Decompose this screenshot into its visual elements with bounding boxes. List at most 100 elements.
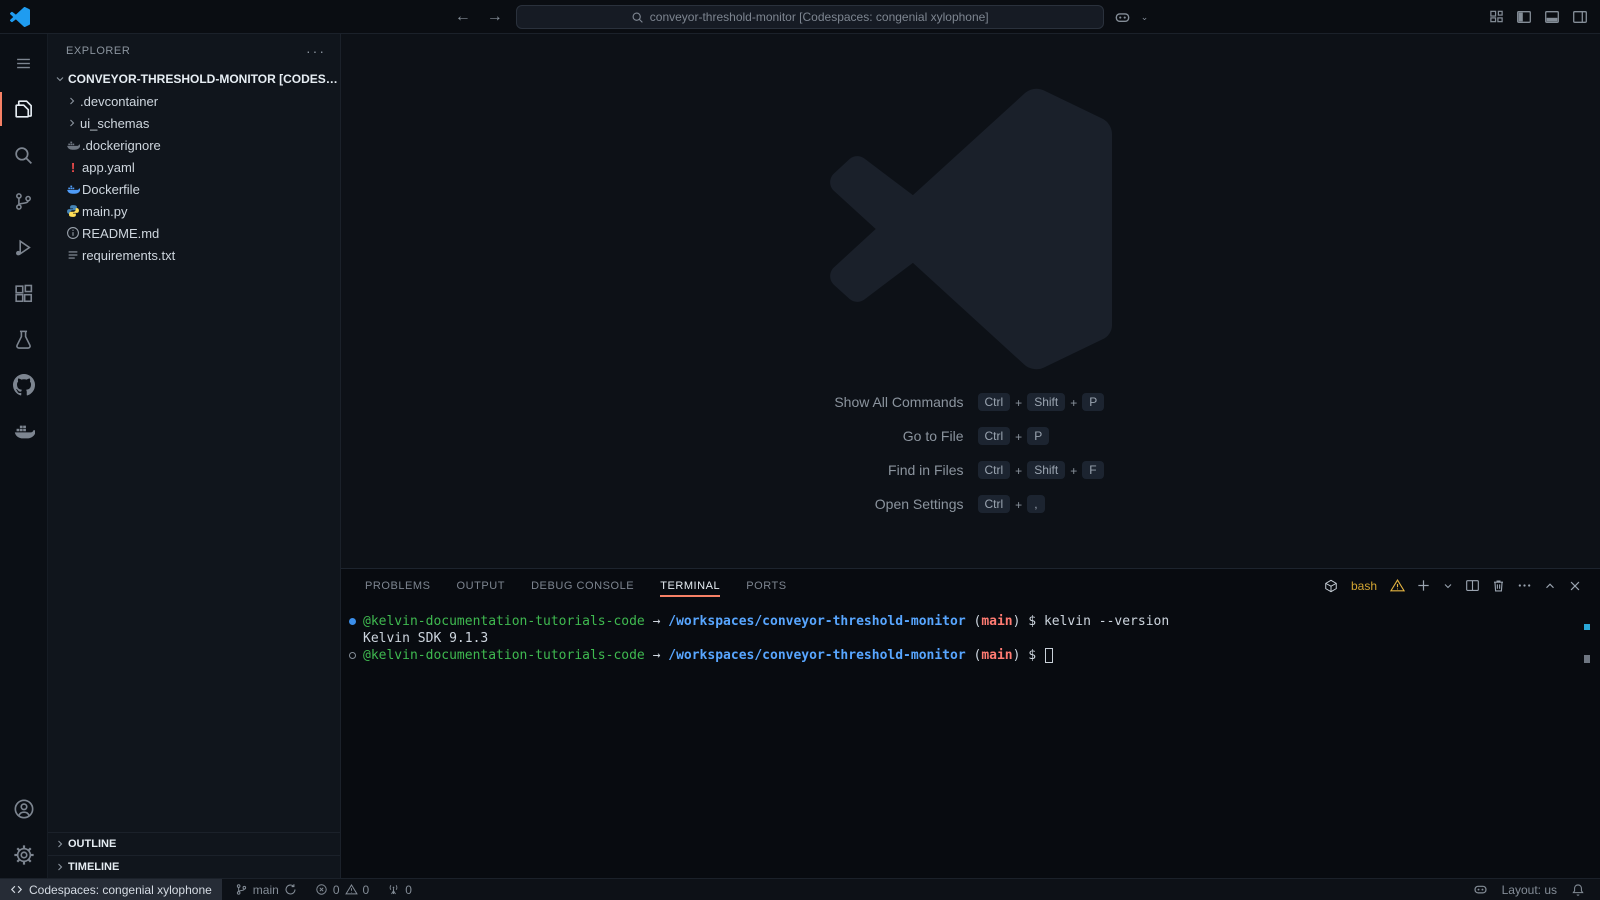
- info-icon: [64, 226, 82, 240]
- shortcut-row: Find in Files CtrlShiftF: [834, 460, 1106, 480]
- search-icon: [631, 11, 644, 24]
- command-decoration-success[interactable]: [349, 613, 363, 630]
- key: Ctrl: [978, 393, 1011, 411]
- terminal-name-label[interactable]: bash: [1351, 579, 1377, 593]
- chevron-right-icon: [52, 838, 68, 850]
- toggle-panel-icon[interactable]: [1544, 9, 1560, 25]
- remote-icon: [10, 883, 23, 896]
- tab-debug-console[interactable]: DEBUG CONSOLE: [518, 569, 647, 602]
- panel-more-actions-icon[interactable]: [1517, 578, 1532, 593]
- warnings-icon: [345, 883, 358, 896]
- layout-status[interactable]: Layout: us: [1495, 879, 1564, 900]
- chevron-down-icon[interactable]: ⌄: [1141, 12, 1149, 23]
- copilot-status[interactable]: [1466, 879, 1495, 900]
- chevron-right-icon: [64, 95, 80, 107]
- terminal-content[interactable]: @kelvin-documentation-tutorials-code → /…: [341, 602, 1600, 878]
- nav-forward-button[interactable]: →: [484, 8, 506, 26]
- panel-tab-bar: PROBLEMS OUTPUT DEBUG CONSOLE TERMINAL P…: [341, 569, 1600, 602]
- vscode-watermark-logo: [830, 88, 1112, 370]
- tree-item-ui-schemas[interactable]: ui_schemas: [48, 112, 340, 134]
- tree-item-main-py[interactable]: main.py: [48, 200, 340, 222]
- remote-indicator[interactable]: Codespaces: congenial xylophone: [0, 879, 222, 900]
- activity-bar: [0, 34, 48, 878]
- key: ,: [1027, 495, 1044, 513]
- tree-item-readme[interactable]: README.md: [48, 222, 340, 244]
- chevron-right-icon: [64, 117, 80, 129]
- key: P: [1027, 427, 1049, 445]
- keyboard-shortcuts-list: Show All Commands CtrlShiftP Go to File …: [834, 392, 1106, 514]
- errors-icon: [315, 883, 328, 896]
- problems-status[interactable]: 0 0: [308, 879, 376, 900]
- close-panel-icon[interactable]: [1568, 579, 1582, 593]
- key: Ctrl: [978, 495, 1011, 513]
- ports-status[interactable]: 0: [380, 879, 419, 900]
- sidebar-item-explorer[interactable]: [0, 86, 48, 132]
- kill-terminal-icon[interactable]: [1491, 578, 1506, 593]
- shortcut-row: Show All Commands CtrlShiftP: [834, 392, 1106, 412]
- terminal-cursor: [1045, 648, 1053, 663]
- terminal-scroll-mark-prompt: [1584, 655, 1590, 663]
- terminal-line: Kelvin SDK 9.1.3: [349, 630, 1600, 647]
- sync-icon: [284, 883, 297, 896]
- radio-tower-icon: [387, 883, 400, 896]
- terminal-line: @kelvin-documentation-tutorials-code → /…: [349, 647, 1600, 664]
- outline-section-header[interactable]: OUTLINE: [48, 832, 340, 855]
- key: P: [1082, 393, 1104, 411]
- chevron-right-icon: [52, 861, 68, 873]
- editor-watermark-area: Show All Commands CtrlShiftP Go to File …: [341, 34, 1600, 568]
- vscode-logo-icon: [10, 7, 30, 27]
- nav-back-button[interactable]: ←: [452, 8, 474, 26]
- text-file-icon: [64, 248, 82, 262]
- toggle-sidebar-icon[interactable]: [1516, 9, 1532, 25]
- tree-item-dockerfile[interactable]: Dockerfile: [48, 178, 340, 200]
- settings-gear-icon[interactable]: [0, 832, 48, 878]
- key: Ctrl: [978, 461, 1011, 479]
- tab-ports[interactable]: PORTS: [733, 569, 799, 602]
- sidebar-item-github[interactable]: [0, 362, 48, 408]
- explorer-sidebar: EXPLORER ··· CONVEYOR-THRESHOLD-MONITOR …: [48, 34, 341, 878]
- account-icon[interactable]: [0, 786, 48, 832]
- tree-item-dockerignore[interactable]: .dockerignore: [48, 134, 340, 156]
- copilot-icon[interactable]: [1114, 9, 1131, 26]
- explorer-title: EXPLORER: [66, 45, 130, 57]
- terminal-profile-chevron-icon[interactable]: [1442, 580, 1454, 592]
- python-icon: [64, 204, 82, 218]
- tree-item-requirements[interactable]: requirements.txt: [48, 244, 340, 266]
- sidebar-item-run-debug[interactable]: [0, 224, 48, 270]
- command-center-search[interactable]: conveyor-threshold-monitor [Codespaces: …: [516, 5, 1104, 29]
- git-branch-status[interactable]: main: [228, 879, 304, 900]
- shortcut-row: Open Settings Ctrl,: [834, 494, 1106, 514]
- sidebar-item-docker[interactable]: [0, 408, 48, 454]
- tab-problems[interactable]: PROBLEMS: [352, 569, 444, 602]
- docker-muted-icon: [64, 138, 82, 152]
- maximize-panel-icon[interactable]: [1543, 579, 1557, 593]
- new-terminal-icon[interactable]: [1416, 578, 1431, 593]
- file-tree: CONVEYOR-THRESHOLD-MONITOR [CODESPACES: …: [48, 68, 340, 832]
- notifications-bell-icon[interactable]: [1564, 879, 1592, 900]
- customize-layout-icon[interactable]: [1489, 9, 1504, 24]
- vscode-window: ← → conveyor-threshold-monitor [Codespac…: [0, 0, 1600, 900]
- docker-icon: [64, 182, 82, 196]
- command-decoration-prompt[interactable]: [349, 647, 363, 664]
- tree-item-app-yaml[interactable]: ! app.yaml: [48, 156, 340, 178]
- bottom-panel: PROBLEMS OUTPUT DEBUG CONSOLE TERMINAL P…: [341, 568, 1600, 878]
- split-terminal-icon[interactable]: [1465, 578, 1480, 593]
- sidebar-item-testing[interactable]: [0, 316, 48, 362]
- timeline-section-header[interactable]: TIMELINE: [48, 855, 340, 878]
- warning-icon[interactable]: [1390, 578, 1405, 593]
- tree-root-folder[interactable]: CONVEYOR-THRESHOLD-MONITOR [CODESPACES: …: [48, 68, 340, 90]
- tab-terminal[interactable]: TERMINAL: [647, 569, 733, 602]
- tree-item-devcontainer[interactable]: .devcontainer: [48, 90, 340, 112]
- toggle-secondary-sidebar-icon[interactable]: [1572, 9, 1588, 25]
- sidebar-item-source-control[interactable]: [0, 178, 48, 224]
- search-text: conveyor-threshold-monitor [Codespaces: …: [650, 10, 989, 24]
- menu-icon[interactable]: [0, 40, 48, 86]
- sidebar-item-search[interactable]: [0, 132, 48, 178]
- title-bar: ← → conveyor-threshold-monitor [Codespac…: [0, 0, 1600, 34]
- key: Ctrl: [978, 427, 1011, 445]
- chevron-down-icon: [52, 73, 68, 85]
- sidebar-item-extensions[interactable]: [0, 270, 48, 316]
- terminal-shell-icon[interactable]: [1324, 579, 1338, 593]
- explorer-more-actions-icon[interactable]: ···: [306, 43, 326, 59]
- tab-output[interactable]: OUTPUT: [444, 569, 519, 602]
